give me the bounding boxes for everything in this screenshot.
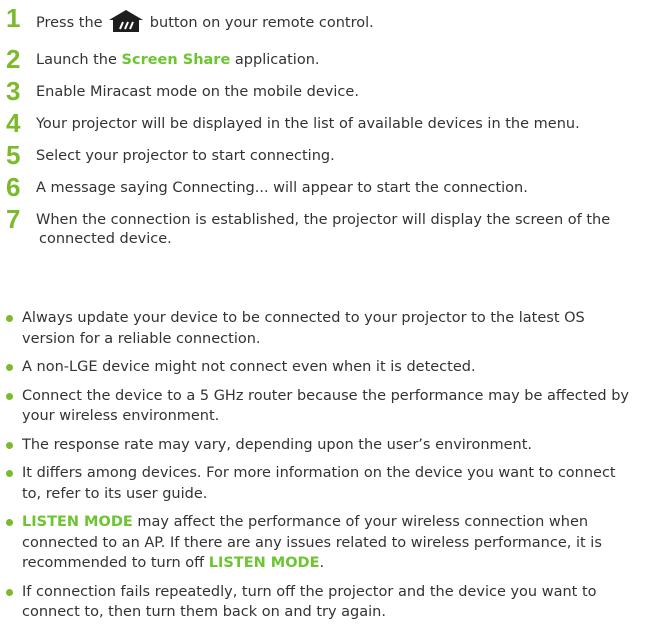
step-3: 3 Enable Miracast mode on the mobile dev… (0, 78, 656, 104)
note-text: Connect the device to a 5 GHz router bec… (22, 387, 629, 425)
bullet-icon (6, 392, 13, 400)
app-name-highlight: Screen Share (121, 52, 231, 68)
note-item: The response rate may vary, depending up… (0, 435, 656, 456)
note-item: It differs among devices. For more infor… (0, 463, 656, 504)
step-text: button on your remote control. (149, 15, 374, 31)
listen-mode-highlight: LISTEN MODE (208, 555, 320, 571)
step-text: Your projector will be displayed in the … (36, 116, 580, 132)
step-text: When the connection is established, the … (36, 212, 611, 228)
note-item: Connect the device to a 5 GHz router bec… (0, 386, 656, 427)
instruction-page: 1 Press the button on your remote contro… (0, 0, 656, 642)
note-text: The response rate may vary, depending up… (22, 436, 533, 453)
step-text: A message saying Connecting... will appe… (36, 180, 528, 196)
note-text: A non-LGE device might not connect even … (22, 359, 476, 375)
note-item: Always update your device to be connecte… (0, 308, 656, 349)
note-item: LISTEN MODE may affect the performance o… (0, 512, 656, 574)
note-item: If connection fails repeatedly, turn off… (0, 582, 656, 623)
note-item: A non-LGE device might not connect even … (0, 357, 656, 378)
step-text: Launch the (36, 52, 117, 68)
step-7: 7 When the connection is established, th… (0, 206, 656, 249)
listen-mode-highlight: LISTEN MODE (22, 514, 133, 530)
step-text: Press the (36, 15, 103, 31)
step-number: 2 (6, 44, 21, 74)
note-text: If connection fails repeatedly, turn off… (22, 583, 597, 621)
note-text: . (319, 555, 325, 571)
bullet-icon (6, 470, 13, 477)
step-5: 5 Select your projector to start connect… (0, 142, 656, 168)
step-number: 6 (6, 172, 21, 202)
step-2: 2 Launch the Screen Share application. (0, 46, 656, 72)
notes-list: Always update your device to be connecte… (0, 308, 656, 631)
step-text: Enable Miracast mode on the mobile devic… (36, 84, 359, 100)
bullet-icon (6, 364, 13, 371)
note-text: Always update your device to be connecte… (22, 310, 585, 347)
bullet-icon (6, 441, 13, 449)
step-number: 5 (6, 140, 21, 170)
step-1: 1 Press the button on your remote contro… (0, 5, 656, 38)
home-icon (109, 10, 144, 38)
step-6: 6 A message saying Connecting... will ap… (0, 174, 656, 200)
steps-list: 1 Press the button on your remote contro… (0, 5, 656, 262)
bullet-icon (6, 588, 13, 596)
step-number: 7 (6, 204, 21, 234)
note-text: It differs among devices. For more infor… (22, 465, 616, 502)
bullet-icon (6, 315, 13, 322)
step-number: 1 (6, 3, 21, 33)
step-4: 4 Your projector will be displayed in th… (0, 110, 656, 136)
step-text: application. (234, 52, 320, 68)
step-text: Select your projector to start connectin… (36, 148, 335, 164)
step-number: 4 (6, 108, 21, 138)
step-number: 3 (6, 76, 21, 106)
step-text-continued: connected device. (39, 231, 172, 247)
bullet-icon (6, 519, 13, 526)
